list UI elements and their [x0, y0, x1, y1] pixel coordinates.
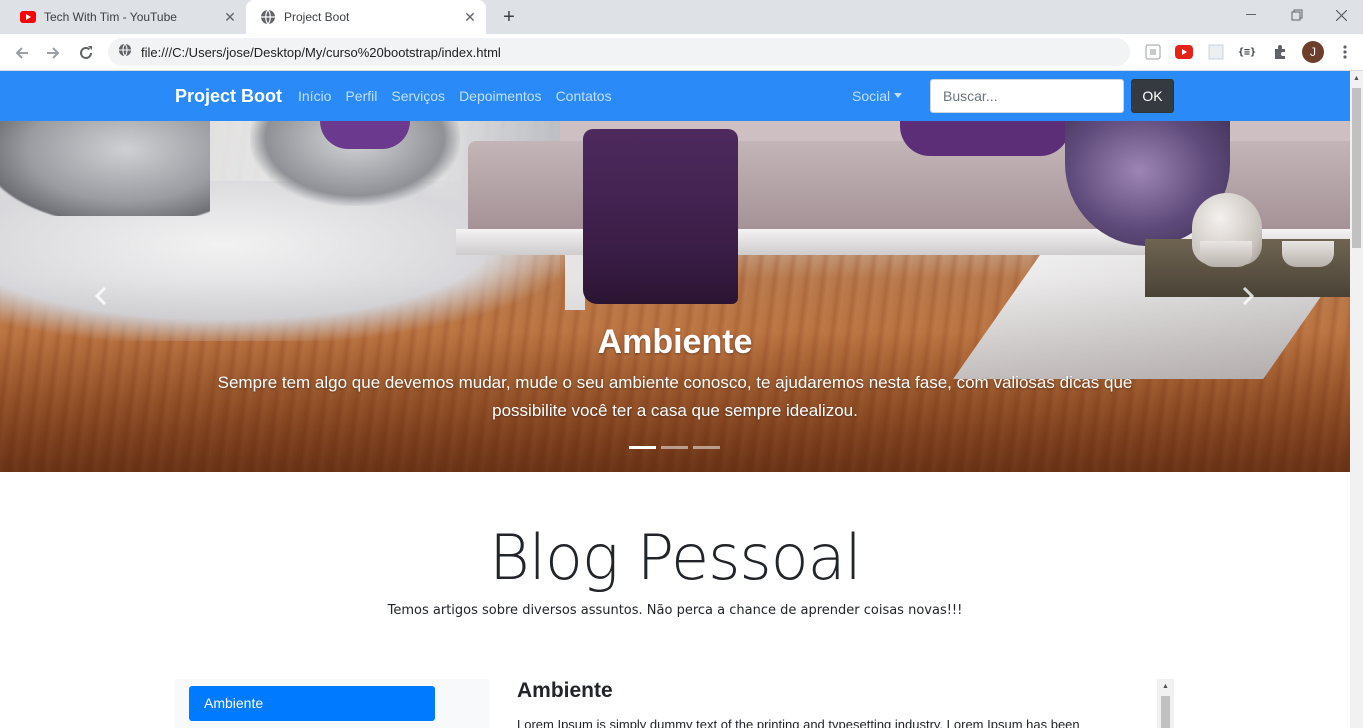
extension-placeholder-icon[interactable] [1206, 42, 1226, 62]
social-dropdown-label: Social [852, 88, 891, 104]
close-window-icon[interactable] [1318, 0, 1363, 30]
close-tab-icon[interactable]: ✕ [222, 9, 238, 25]
reload-icon[interactable] [73, 40, 99, 66]
carousel-caption-text: Sempre tem algo que devemos mudar, mude … [217, 373, 1133, 420]
chevron-right-icon [1242, 287, 1254, 305]
tab-title: Project Boot [284, 10, 350, 24]
tab-title: Tech With Tim - YouTube [44, 10, 177, 24]
page-subtitle: Temos artigos sobre diversos assuntos. N… [387, 603, 963, 618]
minimize-icon[interactable] [1228, 0, 1274, 30]
page-scrollbar[interactable]: ▲ [1350, 71, 1363, 728]
navbar-brand[interactable]: Project Boot [175, 86, 282, 107]
nav-link-depoimentos[interactable]: Depoimentos [459, 88, 542, 104]
carousel-prev-button[interactable] [86, 271, 116, 321]
chevron-left-icon [95, 287, 107, 305]
json-extension-icon[interactable]: {≡} [1237, 42, 1257, 62]
sidebar-list: Ambiente [175, 679, 489, 728]
tab-youtube[interactable]: Tech With Tim - YouTube ✕ [8, 0, 246, 34]
address-bar[interactable]: file:///C:/Users/jose/Desktop/My/curso%2… [108, 38, 1130, 66]
globe-icon [118, 43, 132, 62]
carousel-indicator-3[interactable] [693, 446, 720, 449]
site-navbar: Project Boot Início Perfil Serviços Depo… [0, 71, 1350, 121]
youtube-extension-icon[interactable] [1174, 42, 1194, 62]
page-title: Blog Pessoal [489, 521, 862, 594]
article-scrollbar[interactable]: ▲ [1157, 679, 1174, 728]
carousel-indicators [629, 446, 720, 449]
close-tab-icon[interactable]: ✕ [462, 9, 478, 25]
carousel-caption: Ambiente Sempre tem algo que devemos mud… [0, 321, 1350, 425]
url-text: file:///C:/Users/jose/Desktop/My/curso%2… [141, 44, 501, 60]
article-scrollbar-thumb[interactable] [1161, 696, 1170, 728]
article-text: Lorem Ipsum is simply dummy text of the … [517, 717, 1080, 728]
nav-link-perfil[interactable]: Perfil [345, 88, 377, 104]
carousel-caption-title: Ambiente [597, 323, 753, 361]
search-input[interactable] [930, 79, 1124, 113]
forward-icon[interactable] [40, 40, 66, 66]
carousel-indicator-2[interactable] [661, 446, 688, 449]
nav-link-servicos[interactable]: Serviços [391, 88, 445, 104]
profile-initial: J [1310, 45, 1316, 59]
carousel-next-button[interactable] [1233, 271, 1263, 321]
nav-link-inicio[interactable]: Início [298, 88, 331, 104]
hero-carousel: Ambiente Sempre tem algo que devemos mud… [0, 121, 1350, 472]
tab-project-boot[interactable]: Project Boot ✕ [246, 0, 486, 34]
globe-icon [260, 9, 276, 25]
navbar-links: Início Perfil Serviços Depoimentos Conta… [298, 88, 626, 104]
tab-strip: Tech With Tim - YouTube ✕ Project Boot ✕… [0, 0, 1363, 34]
new-tab-button[interactable]: + [498, 6, 520, 28]
page-scrollbar-thumb[interactable] [1352, 88, 1361, 248]
back-icon[interactable] [9, 40, 35, 66]
article: Ambiente Lorem Ipsum is simply dummy tex… [517, 677, 1157, 728]
page-viewport: Project Boot Início Perfil Serviços Depo… [0, 71, 1350, 728]
search-submit-button[interactable]: OK [1131, 79, 1174, 113]
social-dropdown[interactable]: Social [852, 88, 903, 104]
youtube-icon [20, 9, 36, 25]
article-heading: Ambiente [517, 679, 613, 702]
browser-toolbar: file:///C:/Users/jose/Desktop/My/curso%2… [0, 34, 1363, 71]
pocket-extension-icon[interactable] [1143, 42, 1163, 62]
profile-avatar[interactable]: J [1302, 41, 1324, 63]
caret-down-icon [894, 93, 903, 98]
extensions-puzzle-icon[interactable] [1270, 42, 1290, 62]
scroll-up-icon[interactable]: ▲ [1157, 679, 1174, 695]
menu-kebab-icon[interactable] [1335, 42, 1355, 62]
nav-link-contatos[interactable]: Contatos [556, 88, 612, 104]
sidebar-item-ambiente[interactable]: Ambiente [189, 686, 435, 721]
carousel-indicator-1[interactable] [629, 446, 656, 449]
scroll-up-icon[interactable]: ▲ [1350, 71, 1363, 87]
restore-icon[interactable] [1274, 0, 1320, 30]
